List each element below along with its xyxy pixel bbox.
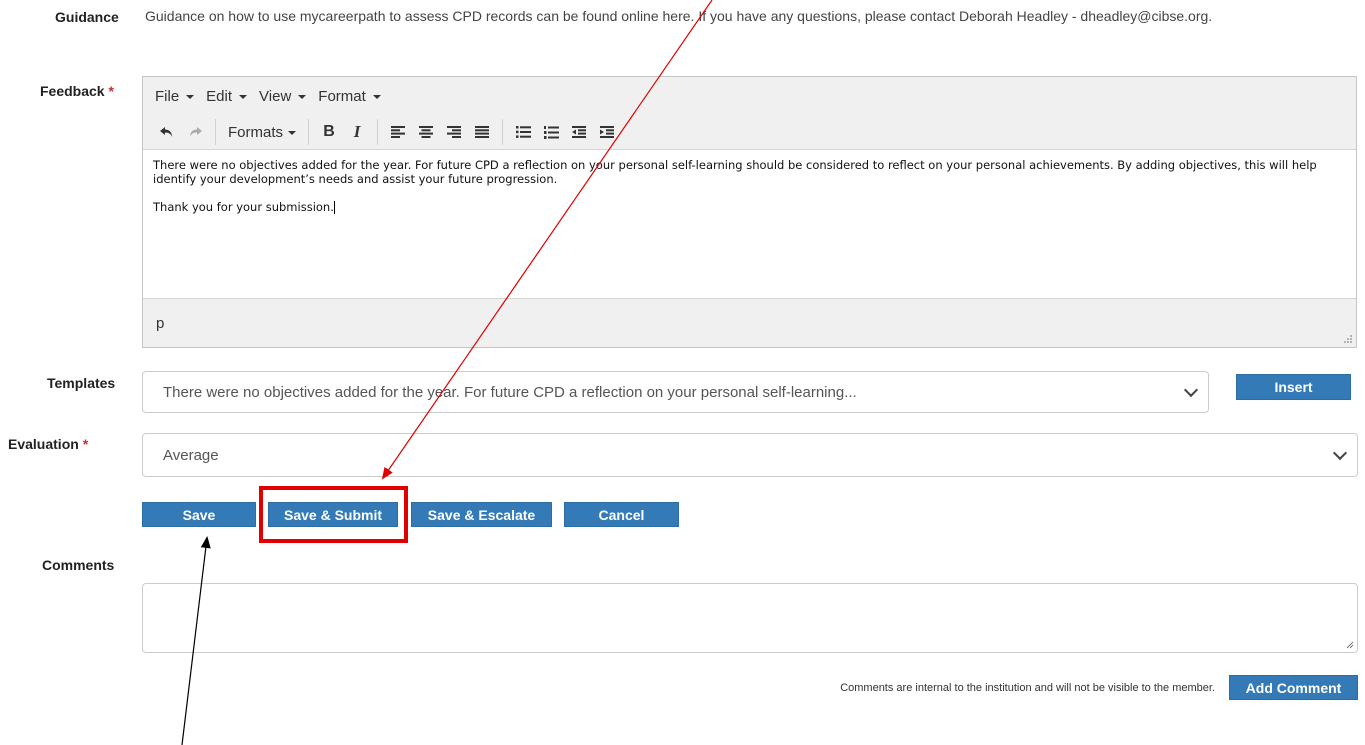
evaluation-label: Evaluation * — [8, 436, 88, 452]
indent-button[interactable] — [593, 118, 621, 146]
caret-down-icon — [288, 131, 297, 135]
guidance-label: Guidance — [55, 9, 119, 25]
align-right-button[interactable] — [440, 118, 468, 146]
save-button[interactable]: Save — [142, 502, 256, 527]
editor-statusbar: p — [143, 299, 1356, 347]
undo-button[interactable] — [153, 118, 181, 146]
evaluation-label-text: Evaluation — [8, 436, 79, 452]
menu-edit-label: Edit — [206, 87, 233, 105]
resize-handle-icon[interactable] — [1344, 639, 1354, 649]
italic-button[interactable]: I — [343, 118, 371, 146]
feedback-paragraph: Thank you for your submission. — [153, 200, 1346, 214]
align-center-icon — [419, 126, 434, 138]
feedback-label-text: Feedback — [40, 83, 105, 99]
align-right-icon — [447, 126, 462, 138]
evaluation-selected-value: Average — [163, 446, 219, 464]
bullet-list-icon — [515, 126, 531, 138]
insert-button[interactable]: Insert — [1236, 374, 1351, 400]
resize-handle-icon[interactable] — [1343, 334, 1353, 344]
toolbar-separator — [502, 119, 504, 145]
numbered-list-button[interactable] — [537, 118, 565, 146]
templates-select[interactable]: There were no objectives added for the y… — [142, 371, 1209, 413]
indent-icon — [600, 126, 615, 138]
undo-icon — [160, 127, 172, 137]
toolbar-separator — [308, 119, 310, 145]
align-left-button[interactable] — [384, 118, 412, 146]
element-path: p — [156, 314, 165, 332]
add-comment-button[interactable]: Add Comment — [1229, 675, 1358, 700]
feedback-label: Feedback * — [40, 83, 114, 99]
align-justify-button[interactable] — [468, 118, 496, 146]
align-left-icon — [391, 126, 406, 138]
align-center-button[interactable] — [412, 118, 440, 146]
save-escalate-button[interactable]: Save & Escalate — [411, 502, 552, 527]
feedback-paragraph: There were no objectives added for the y… — [153, 158, 1317, 186]
menu-format[interactable]: Format — [318, 88, 381, 105]
toolbar-separator — [215, 119, 216, 145]
caret-down-icon — [298, 95, 307, 99]
editor-toolbar: Formats B I — [143, 115, 1356, 149]
toolbar-separator — [377, 119, 379, 145]
required-mark: * — [108, 83, 114, 99]
comments-textarea[interactable] — [142, 583, 1358, 653]
evaluation-select[interactable]: Average — [142, 433, 1358, 477]
editor-content[interactable]: There were no objectives added for the y… — [143, 149, 1356, 299]
text-cursor — [333, 201, 335, 214]
guidance-text: Guidance on how to use mycareerpath to a… — [145, 8, 1213, 24]
templates-label: Templates — [47, 375, 116, 391]
chevron-down-icon — [1332, 445, 1348, 461]
highlight-box — [259, 486, 408, 543]
bold-button[interactable]: B — [315, 118, 343, 146]
editor-menubar: File Edit View Format — [143, 77, 1356, 115]
feedback-closing-text: Thank you for your submission. — [153, 200, 334, 214]
outdent-icon — [572, 126, 587, 138]
align-justify-icon — [475, 126, 490, 138]
caret-down-icon — [372, 95, 381, 99]
comments-note: Comments are internal to the institution… — [840, 682, 1215, 694]
numbered-list-icon — [543, 125, 559, 139]
bold-icon: B — [323, 123, 335, 140]
templates-selected-value: There were no objectives added for the y… — [163, 383, 857, 401]
formats-dropdown[interactable]: Formats — [222, 124, 302, 141]
formats-label: Formats — [228, 123, 284, 141]
menu-edit[interactable]: Edit — [206, 87, 248, 105]
cancel-button[interactable]: Cancel — [564, 502, 679, 527]
bullet-list-button[interactable] — [509, 118, 537, 146]
menu-file-label: File — [155, 87, 180, 105]
feedback-editor: File Edit View Format Formats B I There … — [142, 76, 1357, 348]
caret-down-icon — [186, 95, 195, 99]
menu-file[interactable]: File — [155, 87, 195, 105]
outdent-button[interactable] — [565, 118, 593, 146]
italic-icon: I — [353, 122, 361, 141]
comments-label: Comments — [42, 557, 115, 573]
menu-view-label: View — [259, 87, 292, 105]
required-mark: * — [82, 436, 89, 452]
menu-view[interactable]: View — [259, 87, 307, 105]
menu-format-label: Format — [318, 87, 366, 105]
redo-button[interactable] — [181, 118, 209, 146]
caret-down-icon — [239, 95, 248, 99]
chevron-down-icon — [1183, 382, 1199, 398]
redo-icon — [190, 127, 202, 137]
